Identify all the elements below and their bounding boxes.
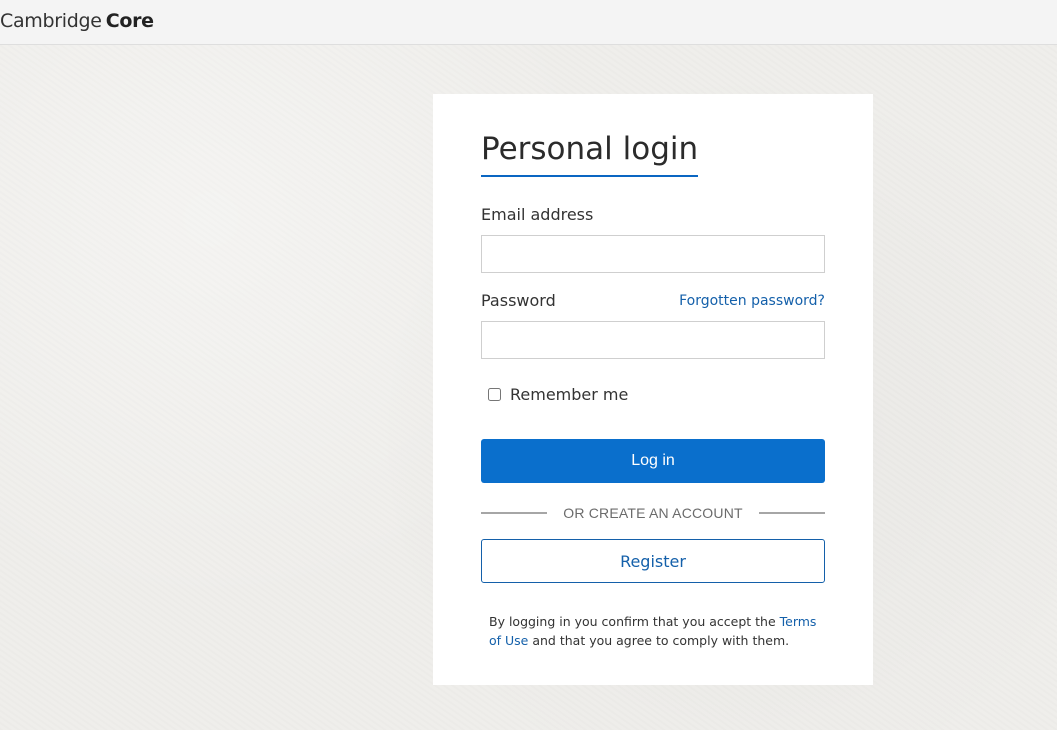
- cambridge-core-logo[interactable]: Cambridge Core: [0, 10, 154, 32]
- login-card: Personal login Email address Password Fo…: [433, 94, 873, 685]
- email-label: Email address: [481, 205, 594, 224]
- logo-text-light: Cambridge: [0, 10, 102, 32]
- login-button[interactable]: Log in: [481, 439, 825, 483]
- page-title: Personal login: [481, 131, 699, 177]
- terms-suffix: and that you agree to comply with them.: [528, 632, 790, 648]
- password-field[interactable]: [481, 321, 825, 359]
- top-bar: Cambridge Core: [0, 0, 1057, 45]
- divider-text: OR CREATE AN ACCOUNT: [563, 505, 743, 521]
- create-account-divider: OR CREATE AN ACCOUNT: [481, 505, 826, 521]
- register-button[interactable]: Register: [481, 539, 825, 583]
- divider-line-left: [481, 512, 548, 514]
- remember-me-checkbox[interactable]: [488, 388, 501, 401]
- terms-notice: By logging in you confirm that you accep…: [489, 612, 819, 650]
- remember-me-label[interactable]: Remember me: [510, 385, 628, 404]
- remember-me-row: Remember me: [488, 385, 628, 404]
- email-field[interactable]: [481, 235, 825, 273]
- divider-line-right: [758, 512, 826, 514]
- password-label: Password: [481, 291, 556, 310]
- terms-prefix: By logging in you confirm that you accep…: [489, 613, 780, 629]
- forgot-password-link[interactable]: Forgotten password?: [679, 293, 825, 309]
- logo-text-bold: Core: [105, 10, 154, 32]
